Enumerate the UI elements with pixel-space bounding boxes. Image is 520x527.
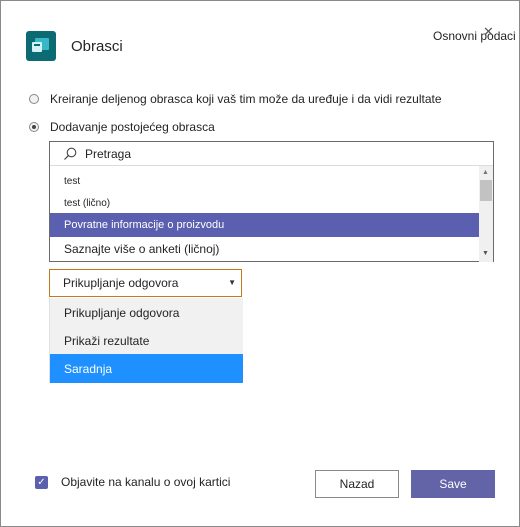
search-field[interactable]: Pretraga	[50, 142, 493, 166]
list-item-selected[interactable]: Povratne informacije o proizvodu	[50, 213, 479, 237]
scroll-up-icon[interactable]: ▲	[482, 169, 489, 176]
app-title: Obrasci	[71, 38, 123, 55]
search-icon	[64, 147, 77, 160]
forms-listbox[interactable]: Pretraga test test (lično) Povratne info…	[49, 141, 494, 262]
radio-button[interactable]	[29, 94, 39, 104]
mode-select-value: Prikupljanje odgovora	[63, 276, 179, 290]
dropdown-option[interactable]: Prikupljanje odgovora	[50, 299, 243, 327]
list-item-label: Saznajte više o anketi (ličnoj)	[64, 242, 220, 256]
post-checkbox-label: Objavite na kanalu o ovoj kartici	[61, 475, 231, 489]
back-button[interactable]: Nazad	[315, 470, 399, 498]
radio-button[interactable]	[29, 122, 39, 132]
list-item-label: Povratne informacije o proizvodu	[64, 219, 225, 231]
list-item[interactable]: Saznajte više o anketi (ličnoj)	[50, 238, 479, 260]
list-item-label: test	[64, 175, 81, 187]
forms-icon	[26, 31, 56, 61]
radio-add-existing[interactable]: Dodavanje postojećeg obrasca	[29, 120, 215, 134]
dialog: Obrasci Osnovni podaci ✕ Kreiranje delje…	[0, 0, 520, 527]
scroll-down-icon[interactable]: ▼	[482, 250, 489, 257]
settings-link[interactable]: Osnovni podaci	[433, 29, 516, 43]
mode-select[interactable]: Prikupljanje odgovora ▼	[49, 269, 242, 297]
dropdown-option[interactable]: Prikaži rezultate	[50, 327, 243, 355]
save-button[interactable]: Save	[411, 470, 495, 498]
search-input[interactable]: Pretraga	[85, 147, 131, 161]
chevron-down-icon: ▼	[228, 278, 236, 287]
radio-create-shared[interactable]: Kreiranje deljenog obrasca koji vaš tim …	[29, 92, 442, 106]
dropdown-option-label: Prikupljanje odgovora	[64, 306, 180, 320]
scroll-thumb[interactable]	[480, 180, 492, 201]
list-item-label: test (lično)	[64, 197, 111, 209]
post-to-channel-row[interactable]: ✓ Objavite na kanalu o ovoj kartici	[35, 475, 230, 489]
radio-label: Kreiranje deljenog obrasca koji vaš tim …	[50, 92, 442, 106]
list-item[interactable]: test	[50, 171, 479, 191]
radio-label: Dodavanje postojećeg obrasca	[50, 120, 215, 134]
list-scrollbar[interactable]: ▲ ▼	[479, 166, 493, 262]
post-checkbox[interactable]: ✓	[35, 475, 48, 489]
close-icon[interactable]: ✕	[483, 25, 494, 38]
list-item[interactable]: test (lično)	[50, 193, 479, 213]
mode-dropdown-list: Prikupljanje odgovora Prikaži rezultate …	[49, 298, 243, 383]
dropdown-option-label: Saradnja	[64, 361, 113, 376]
dropdown-option-label: Prikaži rezultate	[64, 334, 150, 348]
dropdown-option-highlighted[interactable]: Saradnja	[50, 354, 243, 383]
